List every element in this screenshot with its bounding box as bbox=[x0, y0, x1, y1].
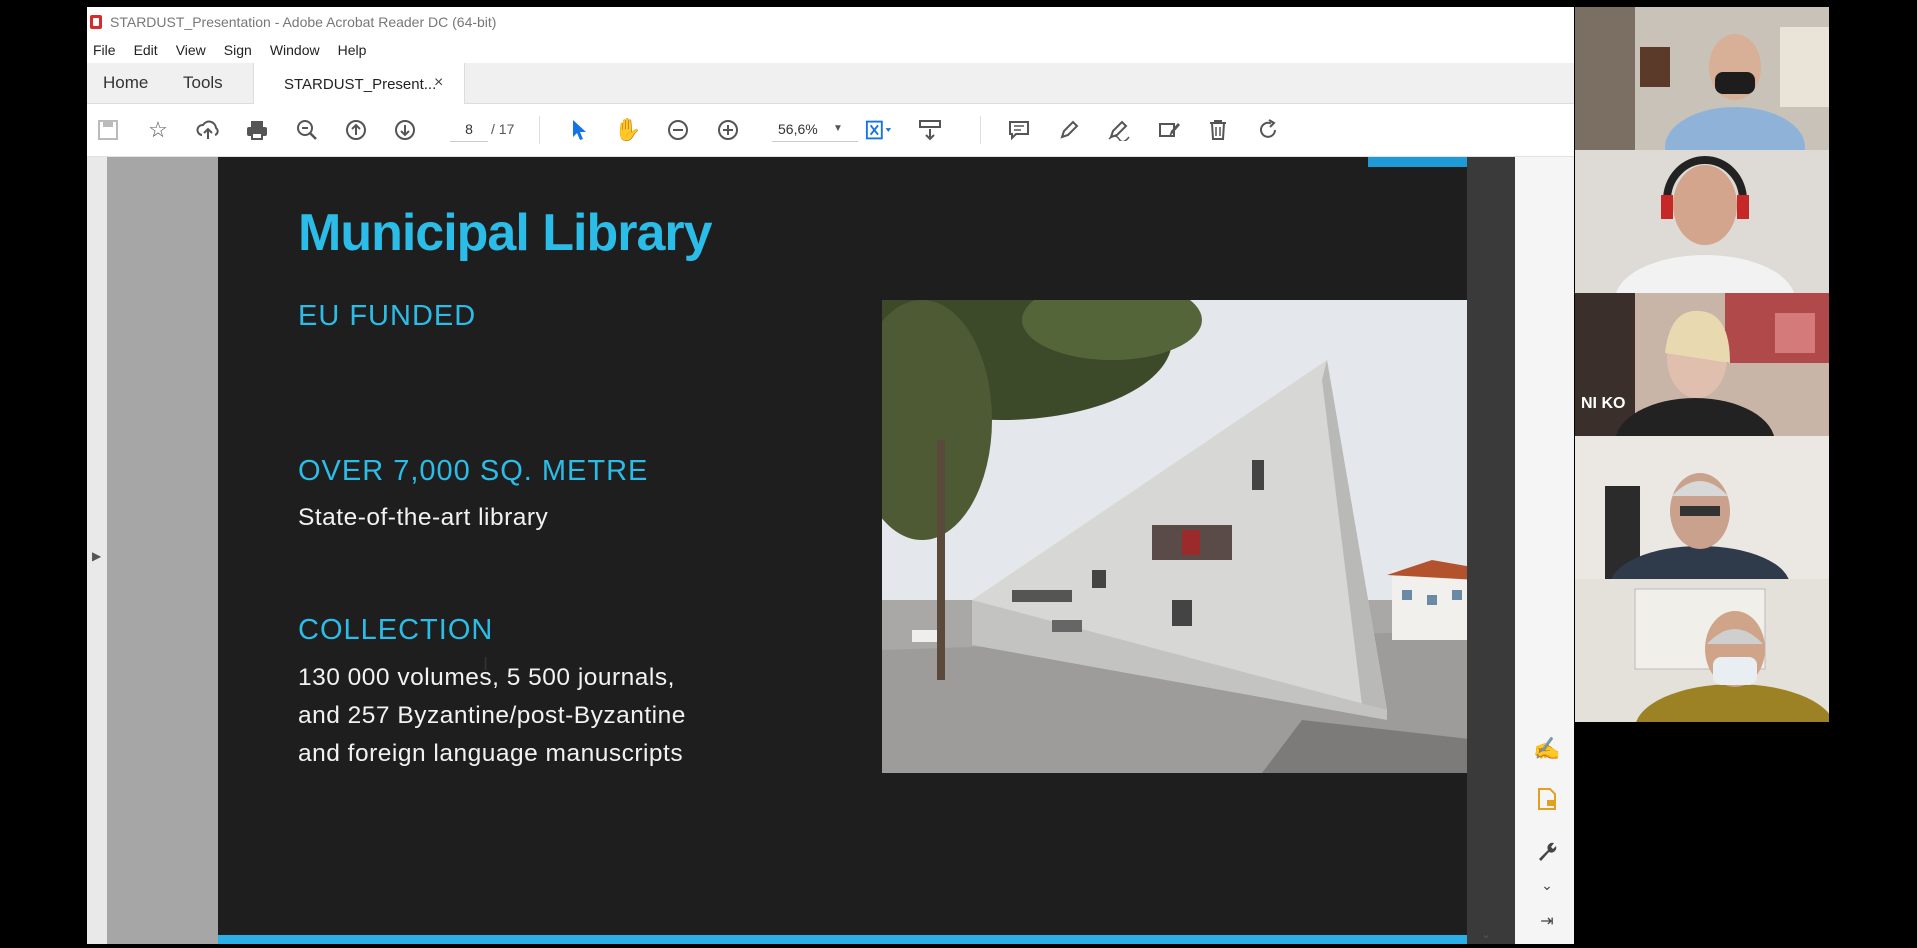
participant-video-4[interactable] bbox=[1575, 436, 1829, 579]
toolbar-separator bbox=[539, 116, 540, 144]
left-panel: ▶ bbox=[87, 157, 107, 944]
video-participants: NI KO bbox=[1575, 7, 1829, 722]
select-arrow-icon[interactable] bbox=[565, 116, 593, 144]
tab-bar: Home Tools STARDUST_Present... × bbox=[87, 63, 1574, 104]
comment-icon[interactable] bbox=[1005, 116, 1033, 144]
tab-home[interactable]: Home bbox=[103, 73, 148, 93]
menu-bar: File Edit View Sign Window Help bbox=[87, 36, 1574, 63]
delete-icon[interactable] bbox=[1204, 116, 1232, 144]
menu-sign[interactable]: Sign bbox=[224, 42, 252, 58]
fill-sign-icon[interactable]: ✍ bbox=[1533, 735, 1561, 763]
tab-document[interactable]: STARDUST_Present... × bbox=[253, 63, 465, 104]
acrobat-window: STARDUST_Presentation - Adobe Acrobat Re… bbox=[87, 7, 1574, 944]
menu-file[interactable]: File bbox=[93, 42, 116, 58]
zoom-level-select[interactable]: 56,6% bbox=[772, 117, 858, 142]
tab-document-label: STARDUST_Present... bbox=[284, 76, 437, 93]
menu-view[interactable]: View bbox=[176, 42, 206, 58]
hand-icon[interactable]: ✋ bbox=[614, 116, 642, 144]
heading-area: OVER 7,000 SQ. METRE bbox=[298, 455, 649, 487]
toolbar: ☆ 8 / 17 ✋ 56,6% ▼ bbox=[87, 104, 1574, 157]
title-bar: STARDUST_Presentation - Adobe Acrobat Re… bbox=[87, 7, 1574, 36]
menu-window[interactable]: Window bbox=[270, 42, 320, 58]
scroll-down-icon[interactable]: ⌄ bbox=[1481, 927, 1491, 941]
close-icon[interactable]: × bbox=[434, 74, 443, 92]
tab-tools[interactable]: Tools bbox=[183, 73, 223, 93]
page-up-icon[interactable] bbox=[342, 116, 370, 144]
slide-page: Municipal Library EU FUNDED OVER 7,000 S… bbox=[218, 157, 1478, 944]
star-icon[interactable]: ☆ bbox=[144, 116, 172, 144]
text-area: State-of-the-art library bbox=[298, 504, 549, 531]
menu-help[interactable]: Help bbox=[338, 42, 367, 58]
highlight-icon[interactable] bbox=[1055, 116, 1083, 144]
participant-video-5[interactable] bbox=[1575, 579, 1829, 722]
pdf-icon bbox=[90, 14, 102, 29]
scroll-mode-icon[interactable] bbox=[916, 116, 944, 144]
collapse-panel-icon[interactable]: ⇥ bbox=[1533, 907, 1561, 935]
chevron-down-icon[interactable]: ▼ bbox=[833, 117, 843, 141]
slide-accent-bar bbox=[1368, 157, 1467, 167]
library-building-photo bbox=[882, 300, 1478, 773]
window-title: STARDUST_Presentation - Adobe Acrobat Re… bbox=[110, 13, 497, 30]
rotate-icon[interactable] bbox=[1254, 116, 1282, 144]
upload-icon[interactable] bbox=[194, 116, 222, 144]
expand-panel-icon[interactable]: ▶ bbox=[92, 549, 101, 563]
page-down-icon[interactable] bbox=[391, 116, 419, 144]
heading-collection: COLLECTION bbox=[298, 614, 494, 646]
collection-line: and 257 Byzantine/post-Byzantine bbox=[298, 702, 686, 729]
zoom-out-icon[interactable] bbox=[664, 116, 692, 144]
slide-bottom-bar bbox=[218, 935, 1467, 944]
toolbar-separator bbox=[980, 116, 981, 144]
print-icon[interactable] bbox=[243, 116, 271, 144]
zoom-search-icon[interactable] bbox=[293, 116, 321, 144]
text-cursor-icon: Ι bbox=[483, 654, 489, 674]
zoom-in-icon[interactable] bbox=[714, 116, 742, 144]
right-tools-panel: ✍ ⌄ ⇥ ⌄ bbox=[1467, 157, 1574, 944]
page-margin bbox=[107, 157, 218, 944]
chevron-down-icon[interactable]: ⌄ bbox=[1533, 871, 1561, 899]
participant-video-3[interactable]: NI KO bbox=[1575, 293, 1829, 436]
fit-page-icon[interactable] bbox=[865, 116, 893, 144]
redact-icon[interactable] bbox=[1155, 116, 1183, 144]
page-total: / 17 bbox=[491, 121, 515, 137]
tools-wrench-icon[interactable] bbox=[1533, 837, 1561, 865]
export-pdf-icon[interactable] bbox=[1533, 785, 1561, 813]
menu-edit[interactable]: Edit bbox=[134, 42, 158, 58]
svg-text:NI KO: NI KO bbox=[1581, 395, 1625, 412]
collection-line: and foreign language manuscripts bbox=[298, 740, 684, 767]
participant-video-2[interactable] bbox=[1575, 150, 1829, 293]
slide-title: Municipal Library bbox=[298, 204, 713, 262]
sign-icon[interactable] bbox=[1105, 116, 1133, 144]
save-icon[interactable] bbox=[94, 116, 122, 144]
scroll-area bbox=[1467, 157, 1515, 944]
page-number-input[interactable]: 8 bbox=[450, 117, 488, 142]
document-area: ▶ Municipal Library EU FUNDED OVER 7,000… bbox=[87, 157, 1574, 944]
participant-video-1[interactable] bbox=[1575, 7, 1829, 150]
heading-eu-funded: EU FUNDED bbox=[298, 300, 477, 332]
